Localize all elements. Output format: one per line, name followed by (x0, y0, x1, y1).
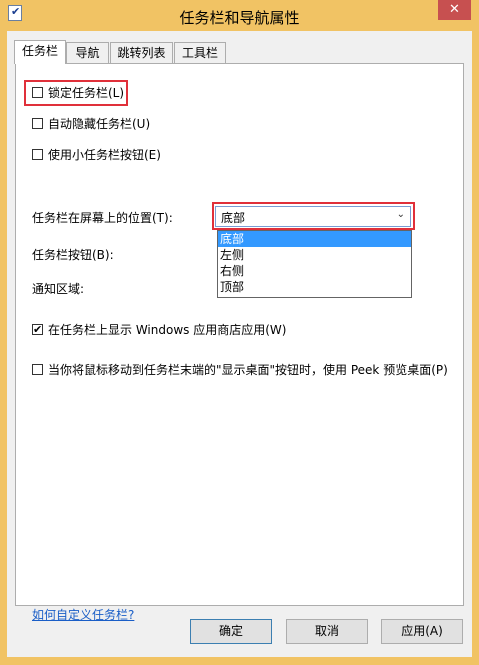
tab-toolbars[interactable]: 工具栏 (174, 42, 226, 63)
chevron-down-icon[interactable]: ⌄ (397, 209, 405, 220)
customize-taskbar-link[interactable]: 如何自定义任务栏? (32, 606, 134, 623)
position-label: 任务栏在屏幕上的位置(T): (32, 211, 173, 225)
auto-hide-box[interactable] (32, 118, 43, 129)
lock-taskbar-box[interactable] (32, 87, 43, 98)
show-store-apps-checkbox[interactable]: 在任务栏上显示 Windows 应用商店应用(W) (32, 321, 286, 339)
position-option-top[interactable]: 顶部 (218, 279, 411, 295)
small-buttons-box[interactable] (32, 149, 43, 160)
close-button[interactable]: ✕ (438, 0, 471, 20)
show-store-apps-label: 在任务栏上显示 Windows 应用商店应用(W) (48, 323, 287, 337)
tab-navigation[interactable]: 导航 (66, 42, 109, 63)
position-option-left[interactable]: 左侧 (218, 247, 411, 263)
peek-label: 当你将鼠标移动到任务栏末端的"显示桌面"按钮时，使用 Peek 预览桌面(P) (48, 363, 448, 377)
tab-taskbar[interactable]: 任务栏 (14, 40, 66, 64)
position-option-bottom[interactable]: 底部 (218, 231, 411, 247)
position-options-list[interactable]: 底部 左侧 右侧 顶部 (217, 230, 412, 298)
ok-button[interactable]: 确定 (190, 619, 272, 644)
taskbar-buttons-label: 任务栏按钮(B): (32, 248, 114, 262)
window-title: 任务栏和导航属性 (179, 9, 300, 27)
lock-taskbar-label: 锁定任务栏(L) (48, 86, 125, 100)
lock-taskbar-checkbox[interactable]: 锁定任务栏(L) (32, 84, 124, 102)
auto-hide-checkbox[interactable]: 自动隐藏任务栏(U) (32, 115, 150, 133)
peek-box[interactable] (32, 364, 43, 375)
apply-button[interactable]: 应用(A) (381, 619, 463, 644)
position-dropdown[interactable]: 底部 ⌄ (215, 206, 411, 227)
show-store-apps-box[interactable] (32, 321, 43, 339)
title-bar[interactable]: ✔ 任务栏和导航属性 ✕ (0, 0, 479, 34)
peek-checkbox[interactable]: 当你将鼠标移动到任务栏末端的"显示桌面"按钮时，使用 Peek 预览桌面(P) (32, 361, 448, 379)
notification-area-label: 通知区域: (32, 282, 85, 296)
position-option-right[interactable]: 右侧 (218, 263, 411, 279)
dialog-client: 任务栏 导航 跳转列表 工具栏 锁定任务栏(L) 自动隐藏任务栏(U) 使用小任… (7, 31, 472, 657)
position-selected-value: 底部 (221, 211, 246, 225)
tab-panel-taskbar: 锁定任务栏(L) 自动隐藏任务栏(U) 使用小任务栏按钮(E) 任务栏在屏幕上的… (15, 63, 464, 622)
cancel-button[interactable]: 取消 (286, 619, 368, 644)
tab-jump-lists[interactable]: 跳转列表 (110, 42, 173, 63)
small-buttons-label: 使用小任务栏按钮(E) (48, 148, 161, 162)
properties-window: ✔ 任务栏和导航属性 ✕ 任务栏 导航 跳转列表 工具栏 锁定任务栏(L) 自动… (0, 0, 479, 665)
auto-hide-label: 自动隐藏任务栏(U) (48, 117, 151, 131)
small-buttons-checkbox[interactable]: 使用小任务栏按钮(E) (32, 146, 161, 164)
